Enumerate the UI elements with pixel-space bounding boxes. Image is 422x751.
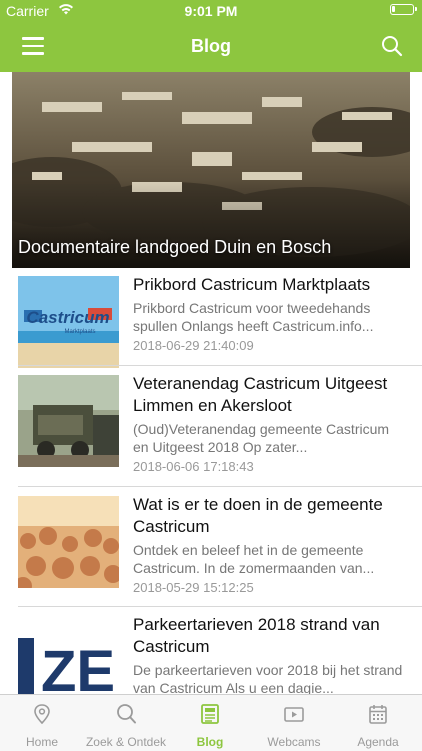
post-thumbnail-image — [18, 496, 119, 588]
post-thumbnail-image — [18, 375, 119, 467]
thumbnail-logo-text: ZE — [41, 639, 115, 702]
post-thumbnail: ZE — [18, 616, 119, 702]
post-excerpt: Prikbord Castricum voor tweedehands spul… — [133, 300, 374, 334]
post-title: Veteranendag Castricum Uitgeest Limmen e… — [133, 374, 388, 415]
thumbnail-logo-text: Castricum — [26, 308, 109, 327]
divider — [18, 606, 422, 607]
post-item[interactable]: Wat is er te doen in de gemeente Castric… — [0, 488, 422, 606]
tab-label: Blog — [196, 735, 224, 749]
tab-webcams[interactable]: Webcams — [252, 695, 336, 751]
page-title: Blog — [191, 36, 231, 56]
post-title: Parkeertarieven 2018 strand van Castricu… — [133, 615, 380, 656]
post-date: 2018-06-06 17:18:43 — [133, 459, 254, 474]
tab-zoek-ontdek[interactable]: Zoek & Ontdek — [84, 695, 168, 751]
location-pin-icon — [34, 704, 50, 725]
tab-label: Zoek & Ontdek — [85, 735, 167, 749]
post-title: Wat is er te doen in de gemeente Castric… — [133, 495, 383, 536]
post-excerpt: De parkeertarieven voor 2018 bij het str… — [133, 662, 403, 696]
divider — [18, 365, 422, 366]
thumbnail-logo-subtext: Marktplaats — [64, 329, 95, 335]
tab-blog[interactable]: Blog — [168, 695, 252, 751]
post-item[interactable]: Veteranendag Castricum Uitgeest Limmen e… — [0, 367, 422, 485]
tab-label: Agenda — [357, 735, 399, 749]
post-excerpt: (Oud)Veteranendag gemeente Castricum en … — [133, 421, 390, 455]
post-thumbnail — [18, 375, 119, 467]
search-icon — [117, 704, 136, 724]
divider — [18, 486, 422, 487]
status-time: 9:01 PM — [184, 3, 238, 19]
post-thumbnail: Castricum Marktplaats — [18, 276, 119, 368]
tab-agenda[interactable]: Agenda — [336, 695, 420, 751]
status-bar: Carrier 9:01 PM — [0, 0, 422, 22]
navigation-bar: Blog — [0, 22, 422, 72]
blog-icon — [201, 704, 219, 724]
calendar-icon — [369, 705, 387, 724]
featured-post[interactable]: Documentaire landgoed Duin en Bosch — [12, 72, 410, 268]
tab-label: Home — [25, 735, 58, 749]
tab-home[interactable]: Home — [0, 695, 84, 751]
post-thumbnail-image: Castricum Marktplaats — [18, 276, 119, 368]
tab-label: Webcams — [267, 735, 321, 749]
tab-bar: Home Zoek & Ontdek Blog Webcams Agenda — [0, 694, 422, 751]
featured-post-title: Documentaire landgoed Duin en Bosch — [18, 237, 332, 257]
post-date: 2018-06-29 21:40:09 — [133, 338, 254, 353]
post-thumbnail — [18, 496, 119, 588]
post-thumbnail-image: ZE — [18, 616, 119, 702]
search-icon[interactable] — [380, 34, 404, 58]
battery-icon — [390, 4, 417, 15]
post-title: Prikbord Castricum Marktplaats — [133, 275, 371, 294]
webcam-icon — [284, 707, 304, 722]
post-excerpt: Ontdek en beleef het in de gemeente Cast… — [133, 542, 375, 576]
post-date: 2018-05-29 15:12:25 — [133, 580, 254, 595]
